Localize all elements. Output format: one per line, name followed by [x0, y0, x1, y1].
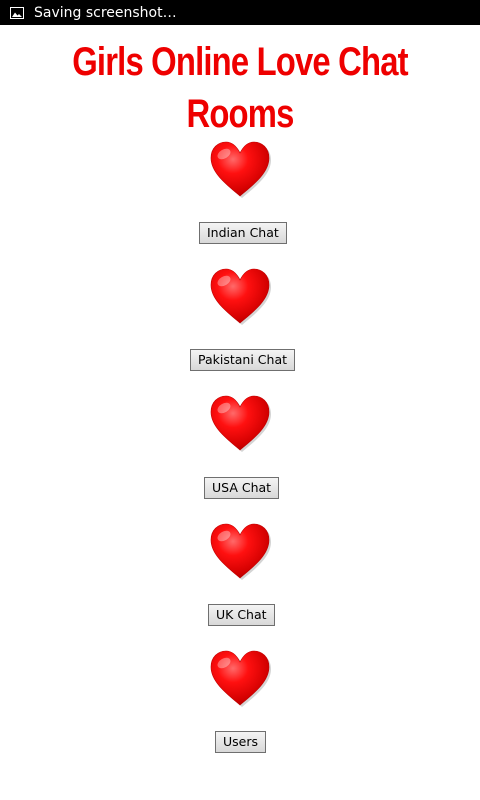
- usa-chat-button[interactable]: USA Chat: [204, 477, 280, 499]
- users-button[interactable]: Users: [215, 731, 267, 753]
- page-title: Girls Online Love Chat Rooms: [72, 40, 408, 136]
- status-bar: Saving screenshot…: [0, 0, 480, 25]
- pakistani-chat-button[interactable]: Pakistani Chat: [190, 349, 296, 371]
- heart-icon: [210, 268, 271, 325]
- heart-icon: [210, 523, 271, 580]
- image-icon: [10, 6, 24, 19]
- uk-chat-button[interactable]: UK Chat: [208, 604, 275, 626]
- heart-icon: [210, 141, 271, 198]
- heart-icon: [210, 395, 271, 452]
- indian-chat-button[interactable]: Indian Chat: [199, 222, 287, 244]
- notification-text: Saving screenshot…: [34, 4, 177, 21]
- heart-icon: [210, 650, 271, 707]
